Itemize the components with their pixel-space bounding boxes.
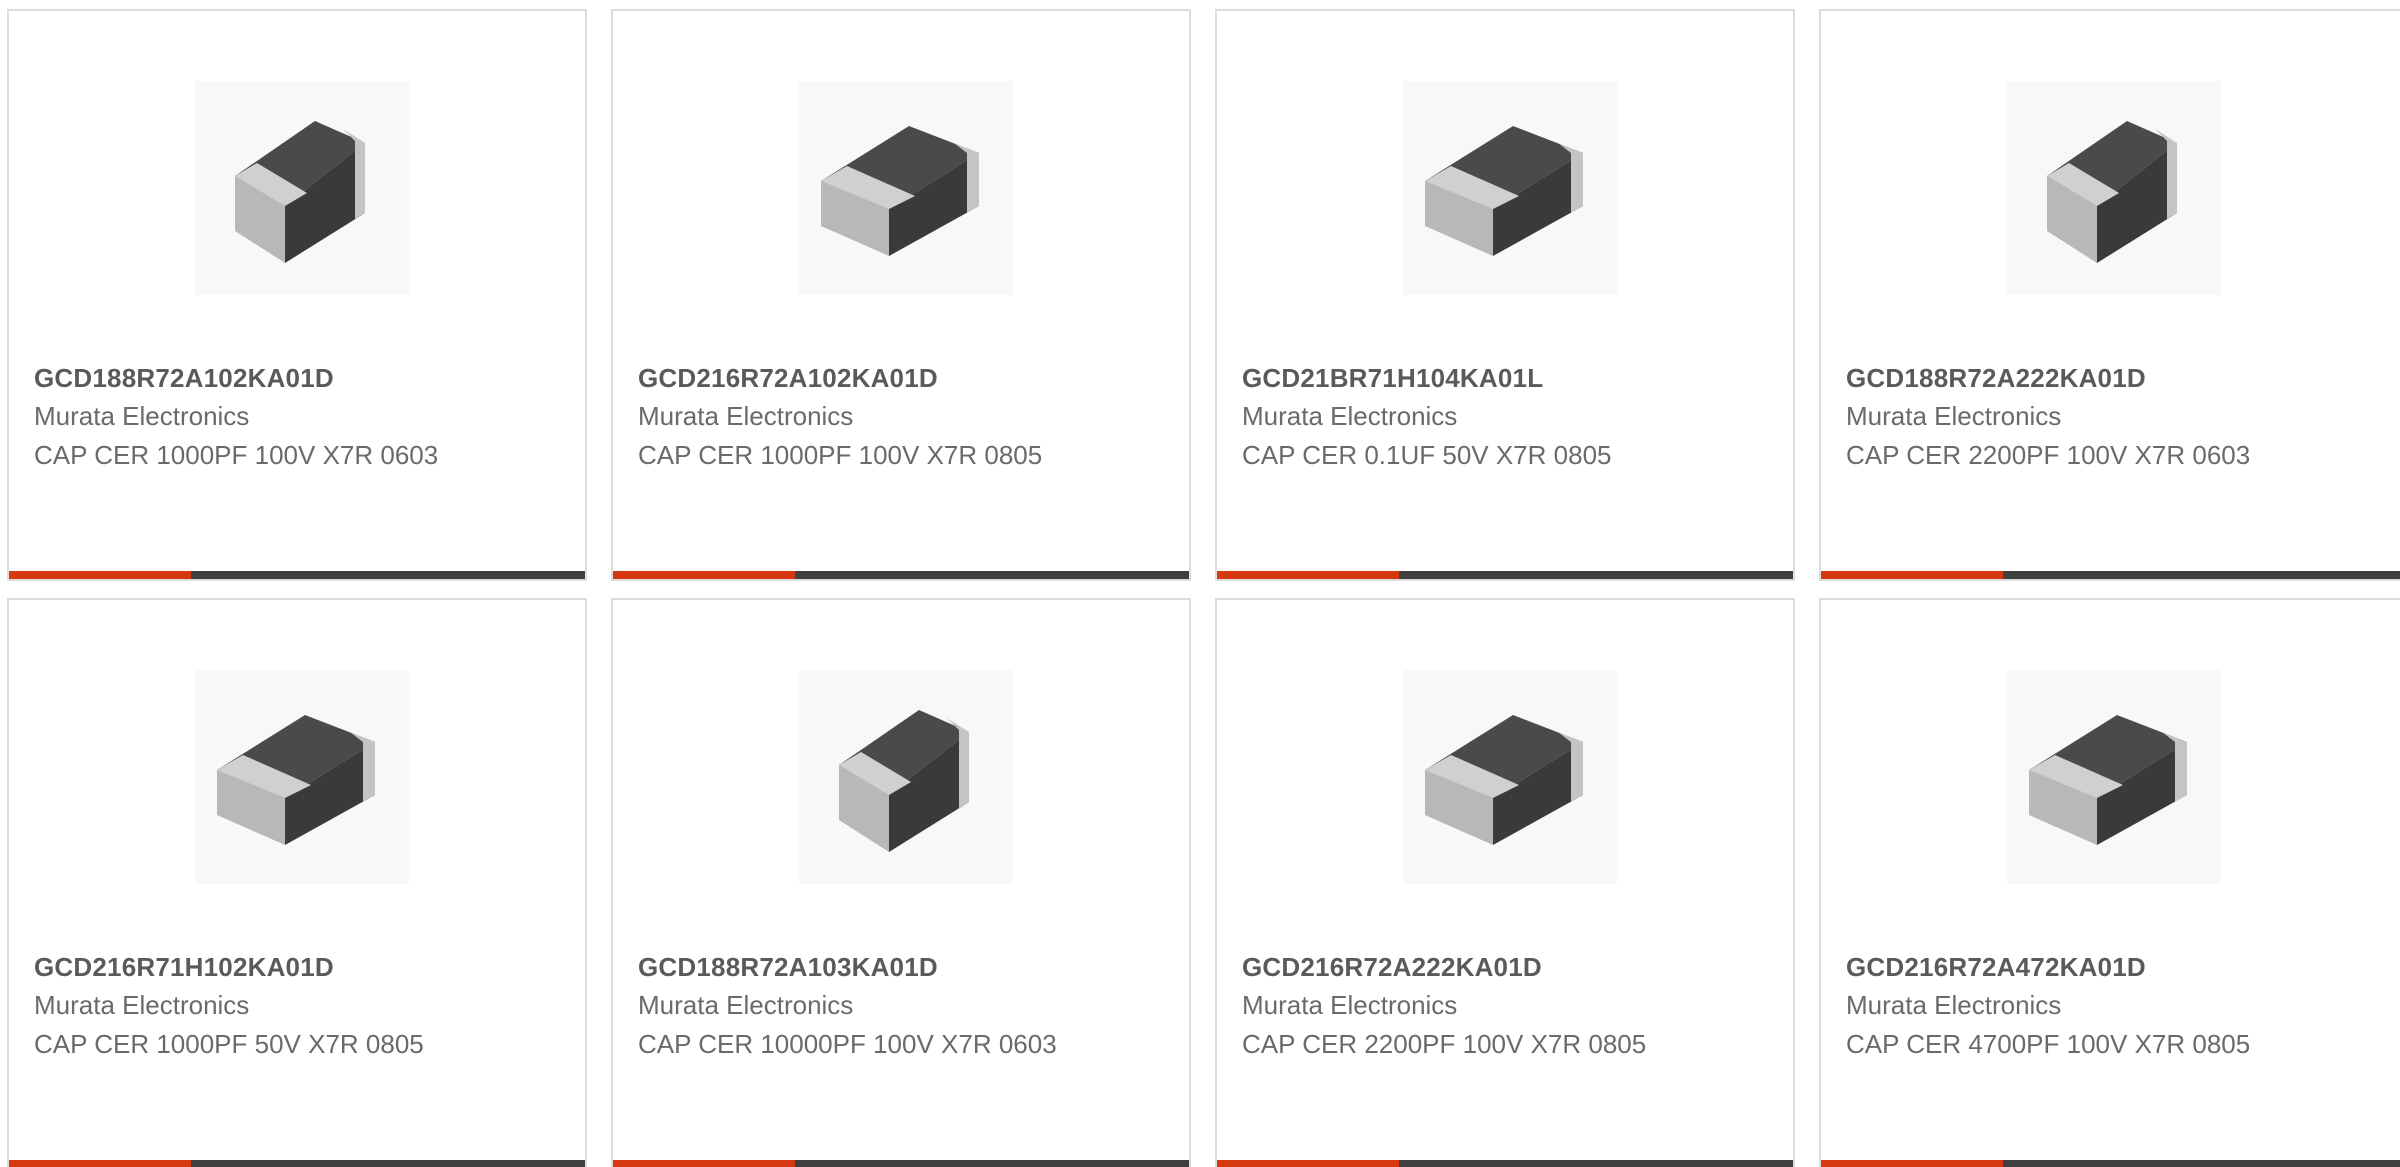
- product-card[interactable]: GCD188R72A102KA01D Murata Electronics CA…: [7, 9, 587, 581]
- part-number[interactable]: GCD216R72A472KA01D: [1846, 952, 2146, 983]
- manufacturer: Murata Electronics: [1242, 401, 1458, 431]
- product-image[interactable]: [2007, 670, 2221, 884]
- product-card[interactable]: GCD188R72A103KA01D Murata Electronics CA…: [611, 598, 1191, 1167]
- description: CAP CER 2200PF 100V X7R 0805: [1242, 1029, 1647, 1059]
- product-image[interactable]: [1403, 81, 1617, 295]
- manufacturer: Murata Electronics: [34, 990, 250, 1020]
- description: CAP CER 1000PF 100V X7R 0603: [34, 440, 439, 470]
- card-accent-bar: [1217, 1160, 1399, 1167]
- capacitor-chip-icon: [1425, 126, 1583, 256]
- part-number[interactable]: GCD21BR71H104KA01L: [1242, 363, 1543, 394]
- manufacturer: Murata Electronics: [1846, 401, 2062, 431]
- description: CAP CER 0.1UF 50V X7R 0805: [1242, 440, 1612, 470]
- product-grid: GCD188R72A102KA01D Murata Electronics CA…: [0, 0, 2400, 1167]
- product-image[interactable]: [195, 670, 409, 884]
- product-image[interactable]: [799, 670, 1013, 884]
- part-number[interactable]: GCD216R72A102KA01D: [638, 363, 938, 394]
- card-accent-bar: [9, 571, 191, 579]
- capacitor-chip-icon: [2029, 715, 2187, 845]
- capacitor-chip-icon: [839, 710, 969, 852]
- product-image[interactable]: [799, 81, 1013, 295]
- product-card[interactable]: GCD216R71H102KA01D Murata Electronics CA…: [7, 598, 587, 1167]
- part-number[interactable]: GCD188R72A222KA01D: [1846, 363, 2146, 394]
- description: CAP CER 1000PF 50V X7R 0805: [34, 1029, 424, 1059]
- manufacturer: Murata Electronics: [638, 401, 854, 431]
- product-card[interactable]: GCD188R72A222KA01D Murata Electronics CA…: [1819, 9, 2400, 581]
- part-number[interactable]: GCD216R71H102KA01D: [34, 952, 334, 983]
- card-accent-bar: [1821, 1160, 2003, 1167]
- product-image[interactable]: [1403, 670, 1617, 884]
- product-card[interactable]: GCD216R72A102KA01D Murata Electronics CA…: [611, 9, 1191, 581]
- product-image[interactable]: [2007, 81, 2221, 295]
- product-card[interactable]: GCD216R72A472KA01D Murata Electronics CA…: [1819, 598, 2400, 1167]
- card-accent-bar: [1217, 571, 1399, 579]
- card-accent-bar: [613, 571, 795, 579]
- capacitor-chip-icon: [235, 121, 365, 263]
- card-accent-bar: [9, 1160, 191, 1167]
- description: CAP CER 4700PF 100V X7R 0805: [1846, 1029, 2251, 1059]
- product-image[interactable]: [195, 81, 409, 295]
- capacitor-chip-icon: [821, 126, 979, 256]
- product-card[interactable]: GCD216R72A222KA01D Murata Electronics CA…: [1215, 598, 1795, 1167]
- manufacturer: Murata Electronics: [1242, 990, 1458, 1020]
- card-accent-bar: [613, 1160, 795, 1167]
- card-accent-bar: [1821, 571, 2003, 579]
- part-number[interactable]: GCD216R72A222KA01D: [1242, 952, 1542, 983]
- product-card[interactable]: GCD21BR71H104KA01L Murata Electronics CA…: [1215, 9, 1795, 581]
- description: CAP CER 10000PF 100V X7R 0603: [638, 1029, 1057, 1059]
- capacitor-chip-icon: [1425, 715, 1583, 845]
- manufacturer: Murata Electronics: [34, 401, 250, 431]
- description: CAP CER 2200PF 100V X7R 0603: [1846, 440, 2251, 470]
- capacitor-chip-icon: [2047, 121, 2177, 263]
- part-number[interactable]: GCD188R72A102KA01D: [34, 363, 334, 394]
- capacitor-chip-icon: [217, 715, 375, 845]
- part-number[interactable]: GCD188R72A103KA01D: [638, 952, 938, 983]
- manufacturer: Murata Electronics: [638, 990, 854, 1020]
- manufacturer: Murata Electronics: [1846, 990, 2062, 1020]
- description: CAP CER 1000PF 100V X7R 0805: [638, 440, 1043, 470]
